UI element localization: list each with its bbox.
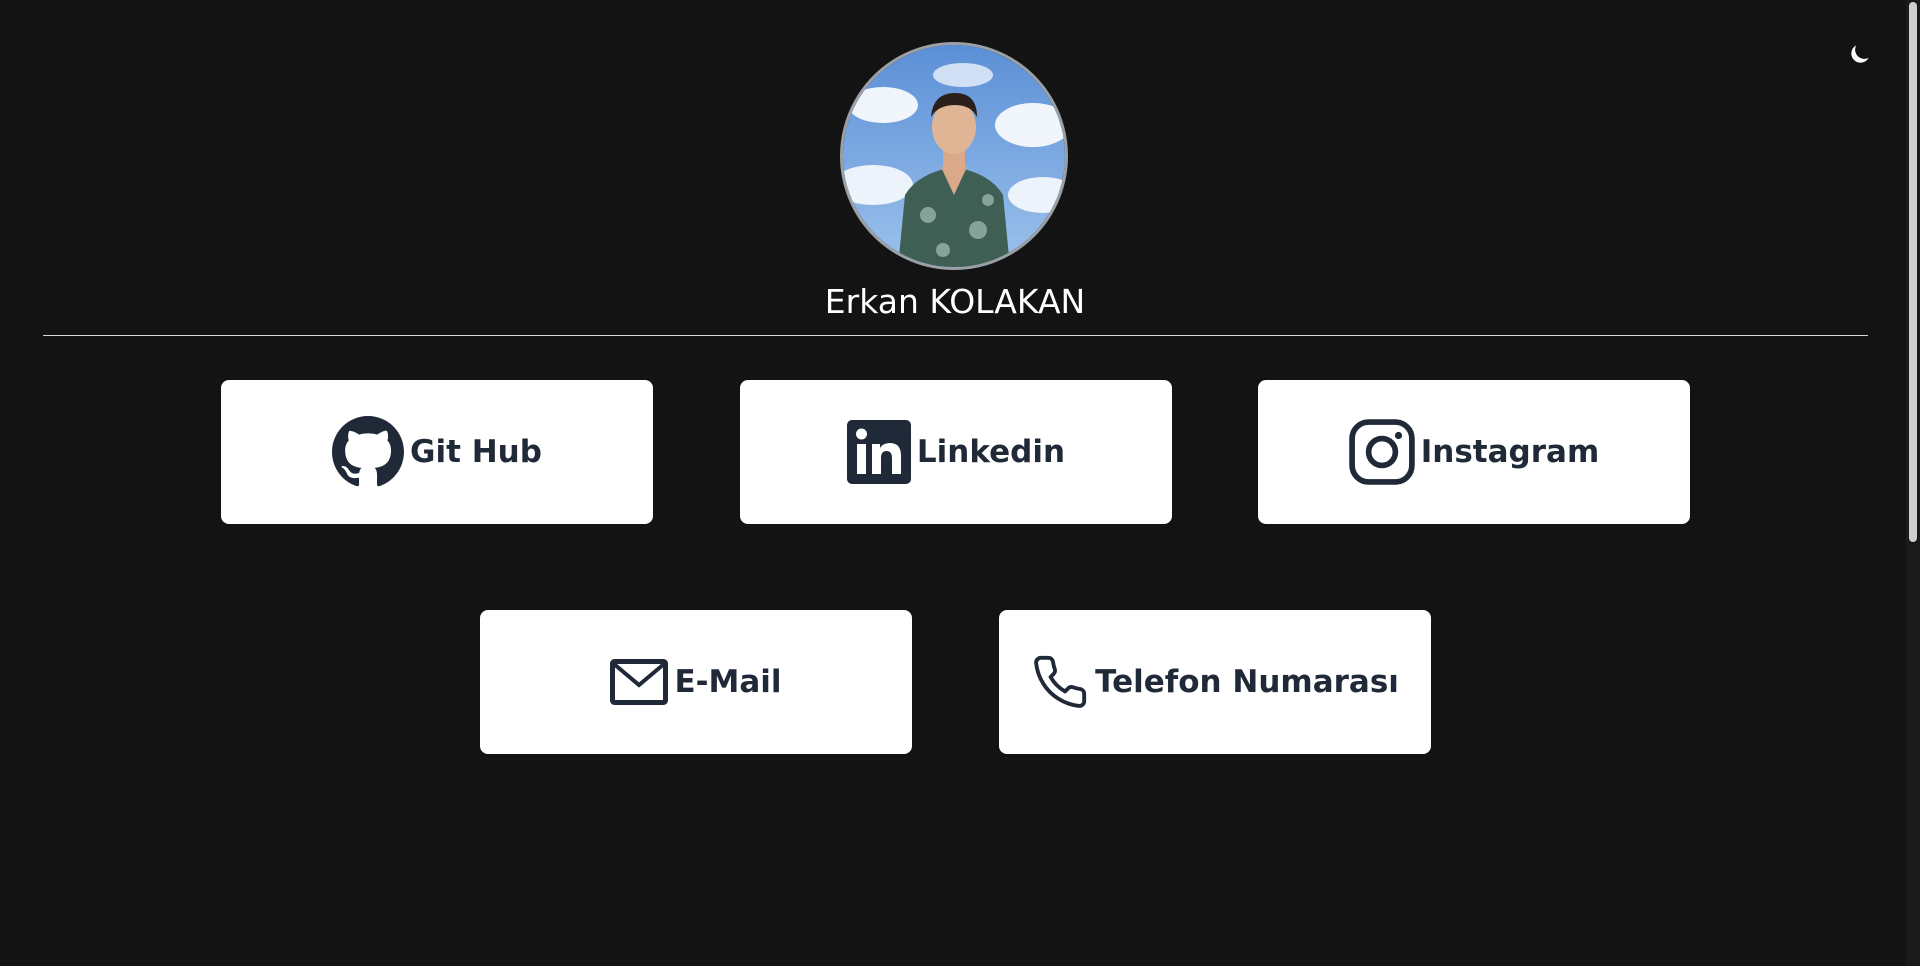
profile-name: Erkan KOLAKAN <box>824 282 1086 321</box>
divider <box>43 335 1868 336</box>
phone-icon <box>1031 653 1089 711</box>
phone-link-label: Telefon Numarası <box>1095 664 1399 700</box>
github-link-label: Git Hub <box>410 434 542 470</box>
theme-toggle-button[interactable] <box>1842 36 1878 72</box>
linkedin-icon <box>846 420 911 484</box>
avatar <box>840 42 1068 270</box>
github-icon <box>332 416 405 488</box>
linkedin-link-button[interactable]: Linkedin <box>740 380 1172 524</box>
page: Erkan KOLAKAN Git Hub Linkedin Instagram… <box>0 0 1920 966</box>
moon-icon <box>1851 45 1869 63</box>
email-link-button[interactable]: E-Mail <box>480 610 912 754</box>
instagram-link-button[interactable]: Instagram <box>1258 380 1690 524</box>
instagram-link-label: Instagram <box>1420 434 1600 470</box>
profile-photo <box>843 45 1065 267</box>
instagram-icon <box>1349 419 1415 485</box>
email-link-label: E-Mail <box>674 664 782 700</box>
mail-icon <box>610 659 669 705</box>
scrollbar[interactable] <box>1906 0 1920 966</box>
linkedin-link-label: Linkedin <box>916 434 1066 470</box>
phone-link-button[interactable]: Telefon Numarası <box>999 610 1431 754</box>
scrollbar-thumb[interactable] <box>1909 2 1917 542</box>
github-link-button[interactable]: Git Hub <box>221 380 653 524</box>
